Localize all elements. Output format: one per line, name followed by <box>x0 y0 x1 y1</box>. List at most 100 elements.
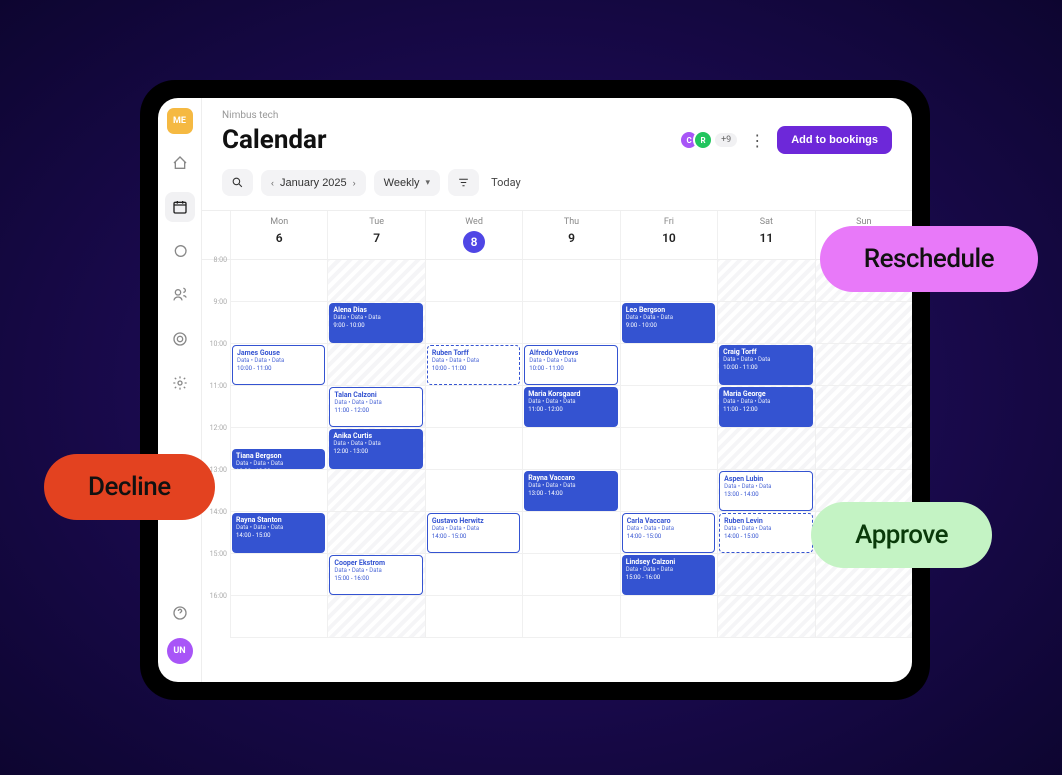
calendar-event[interactable]: Leo BergsonData • Data • Data9:00 - 10:0… <box>622 303 715 343</box>
calendar-event[interactable]: Lindsey CalzoniData • Data • Data15:00 -… <box>622 555 715 595</box>
time-slot[interactable] <box>815 428 912 470</box>
time-slot[interactable] <box>425 386 522 428</box>
avatar-stack[interactable]: C R +9 <box>679 130 737 150</box>
time-slot[interactable] <box>230 554 327 596</box>
filter-button[interactable] <box>448 169 479 196</box>
calendar-event[interactable]: Rayna StantonData • Data • Data14:00 - 1… <box>232 513 325 553</box>
chat-icon[interactable] <box>165 236 195 266</box>
add-booking-button[interactable]: Add to bookings <box>777 126 892 154</box>
calendar-event[interactable]: Tiana BergsonData • Data • Data12:30 - 1… <box>232 449 325 469</box>
main-content: Nimbus tech Calendar C R +9 ⋮ Add to boo… <box>202 98 912 682</box>
time-slot[interactable] <box>230 302 327 344</box>
day-header[interactable]: Tue7 <box>327 211 424 259</box>
day-header[interactable]: Wed8 <box>425 211 522 259</box>
time-slot[interactable] <box>425 596 522 638</box>
chevron-down-icon: ▾ <box>426 177 431 188</box>
time-slot[interactable] <box>327 470 424 512</box>
calendar-event[interactable]: Anika CurtisData • Data • Data12:00 - 13… <box>329 429 422 469</box>
avatar-un[interactable]: UN <box>167 638 193 664</box>
time-label: 14:00 <box>202 508 230 550</box>
time-slot[interactable] <box>230 386 327 428</box>
time-slot[interactable] <box>717 428 814 470</box>
calendar-event[interactable]: Rayna VaccaroData • Data • Data13:00 - 1… <box>524 471 617 511</box>
calendar-grid: Mon6Tue7Wed8Thu9Fri10Sat11Sun12 8:009:00… <box>202 210 912 682</box>
filter-icon <box>457 176 470 189</box>
more-menu-icon[interactable]: ⋮ <box>749 131 765 150</box>
time-slot[interactable] <box>620 260 717 302</box>
avatar-r: R <box>693 130 713 150</box>
time-slot[interactable] <box>522 428 619 470</box>
month-selector[interactable]: ‹ January 2025 › <box>261 170 366 196</box>
today-link[interactable]: Today <box>491 176 521 189</box>
search-icon <box>231 176 244 189</box>
search-button[interactable] <box>222 169 253 196</box>
time-label: 10:00 <box>202 340 230 382</box>
calendar-event[interactable]: Maria GeorgeData • Data • Data11:00 - 12… <box>719 387 812 427</box>
time-slot[interactable] <box>815 344 912 386</box>
time-slot[interactable] <box>425 302 522 344</box>
day-header[interactable]: Fri10 <box>620 211 717 259</box>
settings-icon[interactable] <box>165 368 195 398</box>
time-slot[interactable] <box>230 260 327 302</box>
calendar-event[interactable]: Gustavo HerwitzData • Data • Data14:00 -… <box>427 513 520 553</box>
time-slot[interactable] <box>230 596 327 638</box>
calendar-event[interactable]: Carla VaccaroData • Data • Data14:00 - 1… <box>622 513 715 553</box>
time-slot[interactable] <box>620 470 717 512</box>
time-slot[interactable] <box>815 302 912 344</box>
time-slot[interactable] <box>327 260 424 302</box>
day-header[interactable]: Mon6 <box>230 211 327 259</box>
calendar-event[interactable]: Ruben LevinData • Data • Data14:00 - 15:… <box>719 513 812 553</box>
day-header[interactable]: Thu9 <box>522 211 619 259</box>
time-slot[interactable] <box>717 260 814 302</box>
time-slot[interactable] <box>815 386 912 428</box>
calendar-event[interactable]: Maria KorsgaardData • Data • Data11:00 -… <box>524 387 617 427</box>
chevron-left-icon: ‹ <box>271 178 274 188</box>
time-slot[interactable] <box>425 470 522 512</box>
time-slot[interactable] <box>522 554 619 596</box>
time-slot[interactable] <box>327 512 424 554</box>
time-slot[interactable] <box>327 344 424 386</box>
avatar-me[interactable]: ME <box>167 108 193 134</box>
time-slot[interactable] <box>620 386 717 428</box>
time-slot[interactable] <box>717 596 814 638</box>
time-slot[interactable] <box>815 596 912 638</box>
time-slot[interactable] <box>522 596 619 638</box>
approve-pill[interactable]: Approve <box>811 502 992 568</box>
chevron-right-icon: › <box>353 178 356 188</box>
calendar-event[interactable]: Alfredo VetrovsData • Data • Data10:00 -… <box>524 345 617 385</box>
time-slot[interactable] <box>620 344 717 386</box>
decline-pill[interactable]: Decline <box>44 454 215 520</box>
calendar-event[interactable]: Alena DiasData • Data • Data9:00 - 10:00 <box>329 303 422 343</box>
time-slot[interactable] <box>425 260 522 302</box>
day-header[interactable]: Sat11 <box>717 211 814 259</box>
time-slot[interactable] <box>620 596 717 638</box>
time-slot[interactable] <box>425 554 522 596</box>
calendar-event[interactable]: Cooper EkstromData • Data • Data15:00 - … <box>329 555 422 595</box>
view-label: Weekly <box>384 177 420 189</box>
time-slot[interactable] <box>522 512 619 554</box>
time-label: 11:00 <box>202 382 230 424</box>
view-selector[interactable]: Weekly ▾ <box>374 170 440 196</box>
time-slot[interactable] <box>717 302 814 344</box>
time-slot[interactable] <box>425 428 522 470</box>
time-label: 12:00 <box>202 424 230 466</box>
users-icon[interactable] <box>165 280 195 310</box>
target-icon[interactable] <box>165 324 195 354</box>
time-slot[interactable] <box>717 554 814 596</box>
time-slot[interactable] <box>522 260 619 302</box>
calendar-event[interactable]: Craig TorffData • Data • Data10:00 - 11:… <box>719 345 812 385</box>
calendar-icon[interactable] <box>165 192 195 222</box>
help-icon[interactable] <box>165 598 195 628</box>
calendar-event[interactable]: Ruben TorffData • Data • Data10:00 - 11:… <box>427 345 520 385</box>
time-slot[interactable] <box>620 428 717 470</box>
time-slot[interactable] <box>230 470 327 512</box>
time-slot[interactable] <box>327 596 424 638</box>
app-screen: ME <box>158 98 912 682</box>
reschedule-pill[interactable]: Reschedule <box>820 226 1038 292</box>
time-slot[interactable] <box>522 302 619 344</box>
calendar-event[interactable]: James GouseData • Data • Data10:00 - 11:… <box>232 345 325 385</box>
home-icon[interactable] <box>165 148 195 178</box>
calendar-event[interactable]: Talan CalzoniData • Data • Data11:00 - 1… <box>329 387 422 427</box>
calendar-event[interactable]: Aspen LubinData • Data • Data13:00 - 14:… <box>719 471 812 511</box>
page-title: Calendar <box>222 125 327 155</box>
